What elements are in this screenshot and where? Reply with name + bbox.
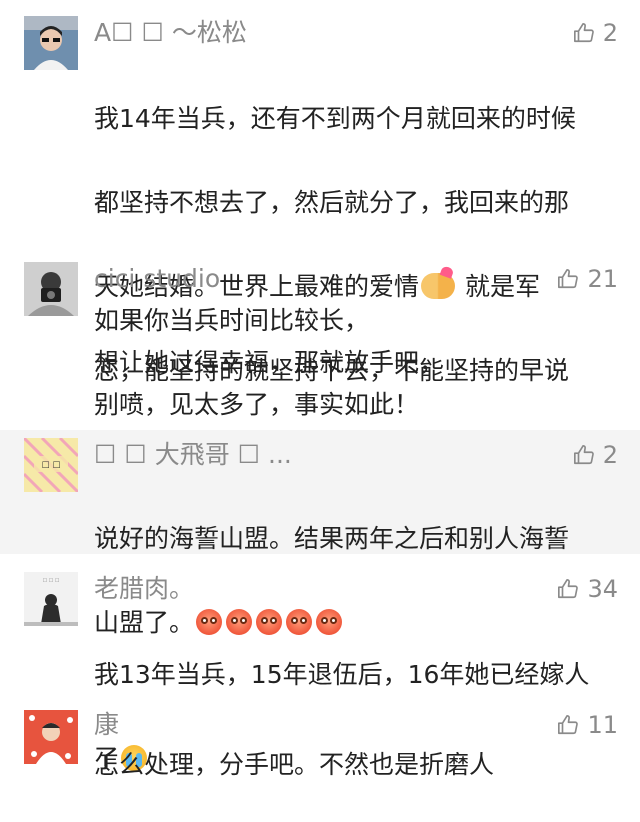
thumbs-up-icon: [573, 445, 594, 465]
like-count: 2: [602, 441, 618, 469]
comment-item[interactable]: 康 11 怎么处理，分手吧。不然也是折磨人: [0, 696, 640, 792]
like-count: 21: [587, 265, 618, 293]
avatar-image: ☐ ☐ ☐: [24, 572, 78, 626]
comment-item[interactable]: ☐ ☐ ☐ ☐ 大飛哥 ☐ ... 2 说好的海誓山盟。结果两年之后和别人海誓 …: [0, 430, 640, 637]
avatar[interactable]: ☐ ☐ ☐: [24, 572, 78, 626]
avatar-image: [24, 710, 78, 764]
avatar-image: [24, 16, 78, 70]
thumbs-up-icon: [573, 23, 594, 43]
like-button[interactable]: 11: [557, 708, 618, 742]
avatar[interactable]: [24, 16, 78, 70]
avatar[interactable]: ☐ ☐: [24, 438, 78, 492]
avatar[interactable]: [24, 262, 78, 316]
comment-text-line: 我14年当兵，还有不到两个月就回来的时候: [94, 104, 576, 133]
comment-author[interactable]: 老腊肉。: [94, 572, 194, 606]
comment-text-line: 我13年当兵，15年退伍后，16年她已经嫁人: [94, 660, 590, 689]
comment-text: 怎么处理，分手吧。不然也是折磨人: [94, 750, 495, 779]
thumbs-up-icon: [558, 579, 579, 599]
comment-author[interactable]: cici studio: [94, 262, 220, 296]
like-count: 34: [587, 575, 618, 603]
avatar[interactable]: [24, 710, 78, 764]
comment-item[interactable]: ☐ ☐ ☐ 老腊肉。 34 我13年当兵，15年退伍后，16年她已经嫁人 了: [0, 556, 640, 773]
thumbs-up-icon: [558, 269, 579, 289]
thumbs-up-icon: [558, 715, 579, 735]
comment-item[interactable]: A☐ ☐ ～松松 2 我14年当兵，还有不到两个月就回来的时候 都坚持不想去了，…: [0, 0, 640, 469]
comment-text-line: 都坚持不想去了，然后就分了，我回来的那: [94, 188, 570, 217]
avatar-image: [24, 262, 78, 316]
like-button[interactable]: 34: [557, 572, 618, 606]
comment-author[interactable]: A☐ ☐ ～松松: [94, 16, 247, 50]
like-count: 11: [587, 711, 618, 739]
like-button[interactable]: 2: [573, 16, 618, 50]
comment-author[interactable]: ☐ ☐ 大飛哥 ☐ ...: [94, 438, 292, 472]
comment-text: 如果你当兵时间比较长， 想让她过得幸福，那就放手吧， 别喷，见太多了，事实如此！: [94, 306, 445, 419]
comment-author[interactable]: 康: [94, 708, 119, 742]
like-button[interactable]: 2: [573, 438, 618, 472]
avatar-image: ☐ ☐: [24, 438, 78, 492]
svg-text:☐ ☐: ☐ ☐: [42, 461, 61, 471]
like-button[interactable]: 21: [557, 262, 618, 296]
comment-item[interactable]: cici studio 21 如果你当兵时间比较长， 想让她过得幸福，那就放手吧…: [0, 246, 640, 430]
comment-text-line: 说好的海誓山盟。结果两年之后和别人海誓: [94, 524, 570, 553]
svg-text:☐ ☐ ☐: ☐ ☐ ☐: [43, 578, 60, 584]
like-count: 2: [602, 19, 618, 47]
